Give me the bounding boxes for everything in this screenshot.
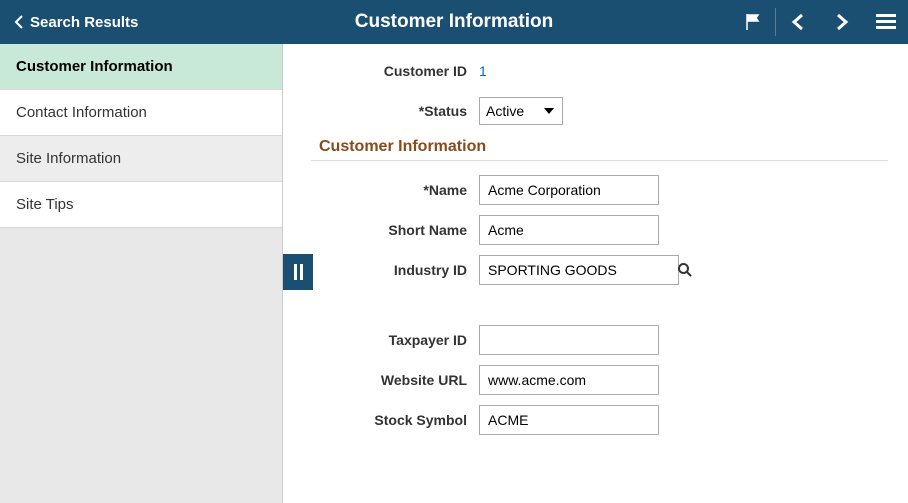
taxpayer-id-label: Taxpayer ID xyxy=(311,332,479,348)
customer-id-label: Customer ID xyxy=(311,63,479,79)
stock-symbol-input[interactable] xyxy=(479,405,659,435)
menu-icon[interactable] xyxy=(864,0,908,44)
sidebar-item-contact-information[interactable]: Contact Information xyxy=(0,90,282,136)
name-label: *Name xyxy=(311,182,479,198)
section-title: Customer Information xyxy=(311,138,888,156)
industry-id-lookup-button[interactable] xyxy=(677,256,693,284)
short-name-input[interactable] xyxy=(479,215,659,245)
page-title: Customer Information xyxy=(355,11,553,33)
back-label: Search Results xyxy=(30,14,138,31)
sidebar-item-site-information[interactable]: Site Information xyxy=(0,136,282,182)
sidebar-item-label: Contact Information xyxy=(16,104,147,121)
short-name-label: Short Name xyxy=(311,222,479,238)
sidebar-item-customer-information[interactable]: Customer Information xyxy=(0,44,282,90)
section-divider xyxy=(311,160,888,161)
header-bar: Search Results Customer Information xyxy=(0,0,908,44)
sidebar-collapse-handle[interactable] xyxy=(283,254,313,290)
industry-id-label: Industry ID xyxy=(311,262,479,278)
website-url-label: Website URL xyxy=(311,372,479,388)
customer-id-value: 1 xyxy=(479,63,487,79)
pause-icon xyxy=(294,264,303,280)
sidebar-item-site-tips[interactable]: Site Tips xyxy=(0,182,282,228)
sidebar-item-label: Customer Information xyxy=(16,58,173,75)
header-actions xyxy=(731,0,908,44)
main-content: Customer ID 1 *Status Active Customer In… xyxy=(283,44,908,503)
sidebar: Customer Information Contact Information… xyxy=(0,44,283,503)
website-url-input[interactable] xyxy=(479,365,659,395)
stock-symbol-label: Stock Symbol xyxy=(311,412,479,428)
flag-icon[interactable] xyxy=(731,0,775,44)
status-select[interactable]: Active xyxy=(479,97,563,125)
status-label: *Status xyxy=(311,103,479,119)
search-icon xyxy=(677,262,693,278)
taxpayer-id-input[interactable] xyxy=(479,325,659,355)
sidebar-item-label: Site Information xyxy=(16,150,121,167)
industry-id-input[interactable] xyxy=(480,256,677,284)
back-button[interactable]: Search Results xyxy=(0,0,152,44)
name-input[interactable] xyxy=(479,175,659,205)
sidebar-item-label: Site Tips xyxy=(16,196,74,213)
next-button[interactable] xyxy=(820,0,864,44)
industry-id-lookup xyxy=(479,255,679,285)
chevron-left-icon xyxy=(14,15,24,29)
prev-button[interactable] xyxy=(776,0,820,44)
